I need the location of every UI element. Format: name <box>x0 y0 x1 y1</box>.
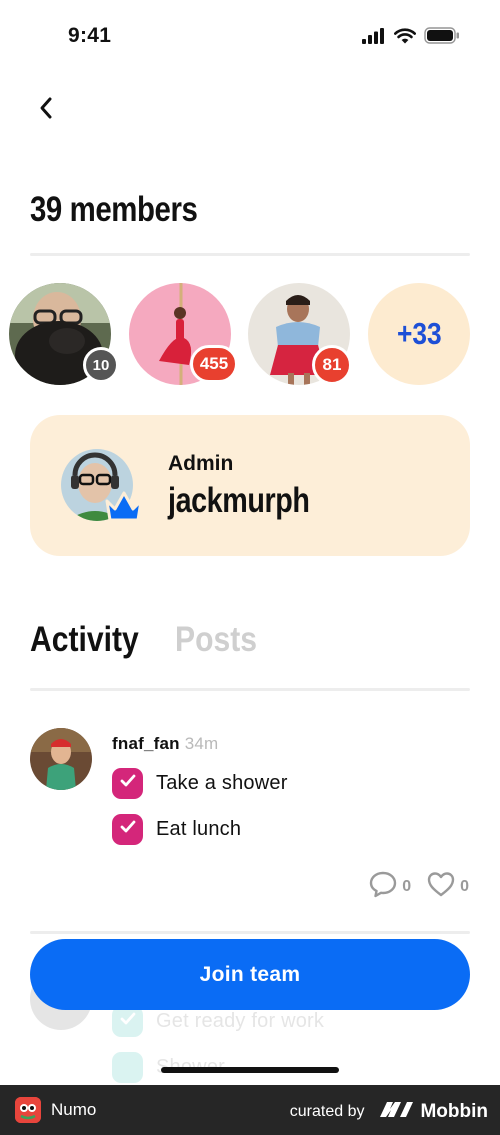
post-author-avatar[interactable] <box>30 728 92 790</box>
task-label: Take a shower <box>156 772 288 794</box>
checkmark-icon <box>120 1012 136 1031</box>
streak-count: 10 <box>92 356 110 374</box>
admin-label: Admin <box>168 452 234 475</box>
member-avatar-row: 10 455 81 +33 <box>0 283 500 387</box>
checkmark-icon <box>120 774 136 793</box>
task-label: Get ready for work <box>156 1010 325 1032</box>
footer-credit: curated by Mobbin <box>290 1099 488 1125</box>
crown-icon <box>105 489 143 523</box>
join-team-button[interactable]: Join team <box>30 939 470 1010</box>
footer-app-name: Numo <box>51 1100 97 1119</box>
post-timestamp: 34m <box>184 734 219 753</box>
mobbin-brand-name: Mobbin <box>420 1101 488 1122</box>
checkmark-icon <box>120 820 136 839</box>
status-time: 9:41 <box>68 24 112 47</box>
post-divider <box>30 931 470 934</box>
comment-icon <box>369 870 397 903</box>
task-item: Get ready for work <box>112 1006 324 1037</box>
heart-icon <box>427 871 455 902</box>
mobbin-logo-icon <box>378 1099 414 1125</box>
footer-bar: Numo curated by Mobbin <box>0 1085 500 1135</box>
streak-count: 455 <box>199 354 229 373</box>
post-username-line: fnaf_fan 34m <box>112 734 218 754</box>
more-members-button[interactable]: +33 <box>368 283 470 385</box>
checkbox-checked <box>112 814 143 845</box>
task-item: Eat lunch <box>112 814 241 845</box>
cellular-signal-icon <box>362 27 386 49</box>
wifi-icon <box>394 27 416 49</box>
tab-posts[interactable]: Posts <box>175 620 257 660</box>
comment-button[interactable]: 0 <box>369 870 411 903</box>
admin-card[interactable]: Admin jackmurph <box>30 415 470 556</box>
streak-badge: 81 <box>312 345 352 385</box>
home-indicator <box>161 1067 339 1073</box>
like-button[interactable]: 0 <box>427 871 469 902</box>
mobbin-brand: Mobbin <box>378 1099 488 1125</box>
task-label: Eat lunch <box>156 818 242 840</box>
checkbox-checked <box>112 1006 143 1037</box>
chevron-left-icon <box>38 96 54 125</box>
task-item: Take a shower <box>112 768 288 799</box>
post-reactions: 0 0 <box>369 870 469 903</box>
like-count: 0 <box>460 877 469 895</box>
streak-count: 81 <box>322 355 342 374</box>
tab-activity[interactable]: Activity <box>30 620 139 660</box>
battery-icon <box>424 27 460 49</box>
status-icons <box>362 27 460 49</box>
streak-badge: 10 <box>83 347 119 383</box>
numo-app-icon <box>15 1097 41 1123</box>
footer-app: Numo <box>15 1097 96 1123</box>
status-bar: 9:41 <box>0 0 500 70</box>
post-username[interactable]: fnaf_fan <box>112 734 180 753</box>
curated-by-label: curated by <box>289 1103 365 1120</box>
checkbox-checked <box>112 768 143 799</box>
checkbox-checked <box>112 1052 143 1083</box>
tabs-divider <box>30 688 470 691</box>
admin-username: jackmurph <box>168 481 310 520</box>
back-button[interactable] <box>30 92 62 128</box>
header-divider <box>30 253 470 256</box>
comment-count: 0 <box>402 877 412 895</box>
page-title: 39 members <box>30 190 198 229</box>
more-members-count: +33 <box>396 316 442 351</box>
streak-badge: 455 <box>190 345 238 383</box>
